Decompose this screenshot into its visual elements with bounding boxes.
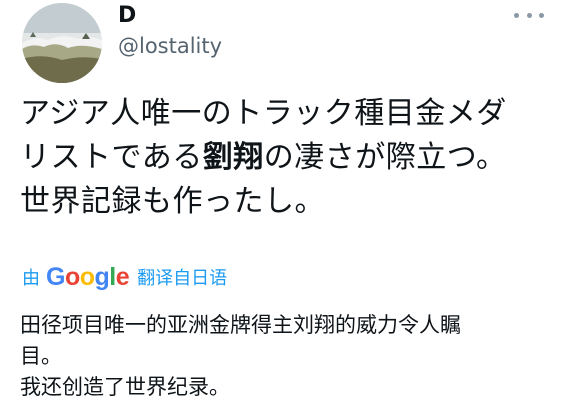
more-options-icon[interactable]: [514, 6, 544, 24]
avatar[interactable]: [22, 3, 102, 83]
display-name[interactable]: D: [118, 2, 136, 30]
translated-text: 田径项目唯一的亚洲金牌得主刘翔的威力令人瞩 目。 我还创造了世界纪录。: [20, 310, 550, 403]
user-handle[interactable]: @lostality: [118, 32, 222, 60]
translate-attribution[interactable]: 由 Google 翻译自日语: [22, 260, 227, 294]
google-logo-letter: g: [94, 262, 110, 291]
translation-line: 我还创造了世界纪录。: [20, 375, 230, 399]
tweet-line: 世界記録も作ったし。: [20, 184, 325, 219]
translation-line: 目。: [20, 344, 62, 368]
more-dot: [514, 12, 519, 18]
avatar-landscape-image: [22, 3, 102, 83]
google-logo-letter: o: [79, 262, 95, 291]
tweet-text-segment: リストである: [20, 140, 203, 175]
google-logo: Google: [46, 262, 130, 292]
more-dot: [526, 12, 532, 18]
tweet-line: アジア人唯一のトラック種目金メダ: [20, 96, 507, 131]
more-dot: [539, 12, 544, 18]
translated-from-label[interactable]: 翻译自日语: [137, 264, 227, 290]
tweet-bold-name: 劉翔: [202, 140, 264, 175]
google-logo-letter: e: [115, 262, 130, 291]
tweet-text: アジア人唯一のトラック種目金メダ リストである劉翔の凄さが際立つ。 世界記録も作…: [20, 92, 556, 224]
google-logo-letter: G: [46, 262, 65, 291]
google-logo-letter: o: [64, 262, 80, 291]
translated-by-label: 由: [22, 268, 40, 289]
tweet-text-segment: の凄さが際立つ。: [263, 140, 507, 175]
translation-line: 田径项目唯一的亚洲金牌得主刘翔的威力令人瞩: [20, 313, 461, 337]
tweet-line: リストである劉翔の凄さが際立つ。: [20, 136, 556, 180]
